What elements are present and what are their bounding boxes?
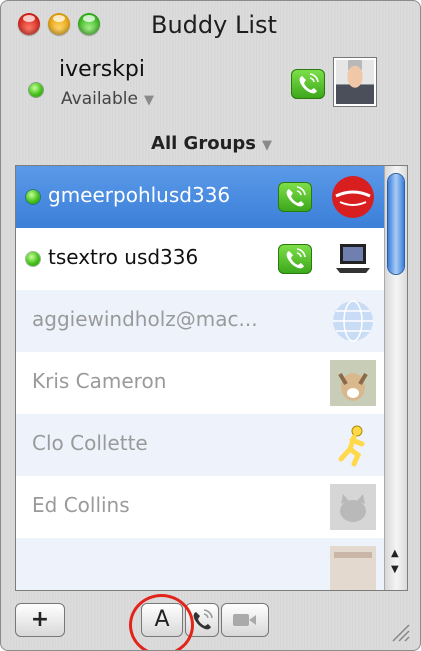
phone-icon[interactable] xyxy=(291,69,325,99)
buddy-list[interactable]: gmeerpohlusd336 tsextro usd336 aggiewind… xyxy=(15,165,408,591)
add-buddy-button[interactable]: + xyxy=(15,603,65,637)
dog-photo xyxy=(330,360,376,406)
buddy-row[interactable] xyxy=(16,538,384,590)
buddy-icon xyxy=(330,546,376,590)
phone-icon[interactable] xyxy=(278,182,312,212)
scroll-up-arrow-icon[interactable]: ▲ xyxy=(391,548,399,559)
chevron-down-icon: ▼ xyxy=(261,138,272,153)
chevron-down-icon: ▼ xyxy=(143,93,154,108)
phone-icon[interactable] xyxy=(278,244,312,274)
window-title: Buddy List xyxy=(151,11,277,39)
buddy-row[interactable]: aggiewindholz@mac... xyxy=(16,290,384,352)
buddy-name: gmeerpohlusd336 xyxy=(48,183,231,207)
buddy-name: tsextro usd336 xyxy=(48,245,199,269)
coca-cola-icon xyxy=(330,174,376,220)
minimize-button[interactable] xyxy=(48,13,70,35)
scrollbar-thumb[interactable] xyxy=(388,174,404,274)
online-status-icon xyxy=(26,252,40,266)
online-status-icon xyxy=(26,190,40,204)
buddy-row[interactable]: tsextro usd336 xyxy=(16,228,384,290)
mac-globe-icon xyxy=(330,298,376,344)
buddy-name: Ed Collins xyxy=(32,493,130,517)
video-camera-icon xyxy=(233,614,256,626)
my-status-area: iverskpi Available ▼ xyxy=(1,47,420,127)
bottom-toolbar: + A xyxy=(1,591,420,650)
resize-grip-icon[interactable] xyxy=(389,621,411,643)
online-status-icon xyxy=(29,83,43,97)
annotation-circle xyxy=(129,594,194,650)
cat-photo xyxy=(330,484,376,530)
close-button[interactable] xyxy=(18,13,40,35)
buddy-row[interactable]: Kris Cameron xyxy=(16,352,384,414)
group-selector[interactable]: All Groups ▼ xyxy=(15,127,408,165)
buddy-name: Kris Cameron xyxy=(32,369,167,393)
buddy-row[interactable]: Clo Collette xyxy=(16,414,384,476)
aim-running-man-icon xyxy=(330,422,376,468)
scrollbar[interactable]: ▲ ▼ xyxy=(384,166,407,590)
status-menu[interactable]: Available ▼ xyxy=(61,89,154,109)
group-selector-label: All Groups xyxy=(151,133,256,154)
laptop-icon xyxy=(330,236,376,282)
scroll-down-arrow-icon[interactable]: ▼ xyxy=(391,564,399,575)
buddy-list-window: Buddy List iverskpi Available ▼ All Group… xyxy=(0,0,421,651)
my-buddy-icon[interactable] xyxy=(333,57,377,107)
zoom-button[interactable] xyxy=(78,13,100,35)
buddy-row[interactable]: Ed Collins xyxy=(16,476,384,538)
video-chat-button[interactable] xyxy=(221,603,269,637)
buddy-name: Clo Collette xyxy=(32,431,148,455)
buddy-row[interactable]: gmeerpohlusd336 xyxy=(16,166,384,228)
buddy-name: aggiewindholz@mac... xyxy=(32,307,258,331)
status-label: Available xyxy=(61,89,138,109)
title-bar[interactable]: Buddy List xyxy=(1,1,420,47)
my-screen-name: iverskpi xyxy=(59,57,145,82)
